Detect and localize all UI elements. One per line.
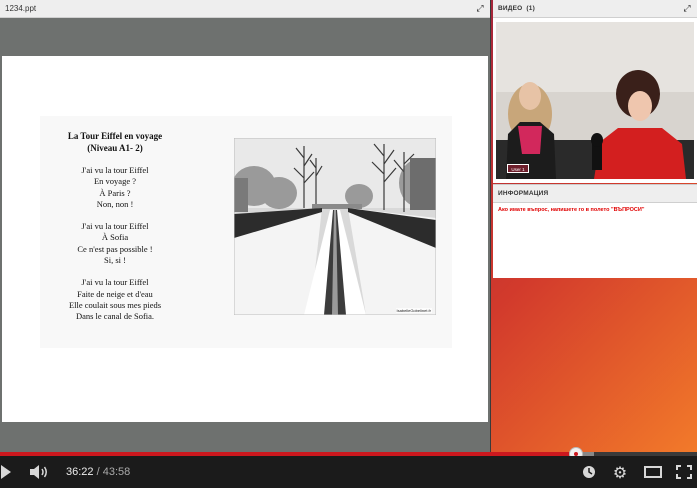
user-badge: User 1 [507, 164, 529, 173]
poem-line: Non, non ! [96, 198, 134, 209]
poem-line: À Paris ? [99, 187, 131, 198]
player-controls: 36:22 / 43:58 ⚙ [0, 456, 697, 488]
duration: 43:58 [102, 466, 131, 478]
time-separator: / [93, 466, 103, 478]
poem-line: Ce n'est pas possible ! [77, 243, 153, 254]
info-titlebar: ИНФОРМАЦИЯ [493, 185, 697, 203]
watch-later-icon[interactable] [581, 456, 597, 488]
info-message: Ако имате въпрос, напишете го в полето "… [498, 207, 645, 213]
expand-icon[interactable]: ⤢ [682, 4, 692, 14]
volume-icon[interactable] [28, 456, 52, 488]
fullscreen-icon[interactable] [675, 456, 693, 488]
poem: La Tour Eiffel en voyage (Niveau A1- 2) … [40, 130, 190, 323]
poem-stanza: J'ai vu la tour Eiffel Faite de neige et… [40, 277, 190, 322]
poem-line: J'ai vu la tour Eiffel [81, 221, 149, 232]
slide-canvas: La Tour Eiffel en voyage (Niveau A1- 2) … [2, 56, 488, 422]
poem-line: Elle coulait sous mes pieds [68, 299, 162, 310]
video-title: ВИДЕО (1) [498, 5, 682, 12]
expand-icon[interactable]: ⤢ [475, 4, 485, 14]
gear-icon[interactable]: ⚙ [611, 456, 629, 488]
player-stage: 1234.ppt ⤢ La Tour Eiffel en voyage (Niv… [0, 0, 697, 452]
snowy-canal-photo: IsabelleGobelinet.fr [232, 137, 439, 316]
presentation-titlebar: 1234.ppt ⤢ [0, 0, 490, 18]
webcam-feed [496, 22, 694, 179]
current-time: 36:22 [66, 466, 94, 478]
theater-icon[interactable] [643, 456, 663, 488]
presentation-panel: 1234.ppt ⤢ La Tour Eiffel en voyage (Niv… [0, 0, 491, 452]
time-display: 36:22 / 43:58 [66, 466, 130, 478]
info-title: ИНФОРМАЦИЯ [498, 190, 549, 197]
slide-content: La Tour Eiffel en voyage (Niveau A1- 2) … [40, 116, 452, 348]
play-icon[interactable] [0, 456, 12, 488]
video-count: (1) [526, 5, 535, 12]
info-panel: ИНФОРМАЦИЯ Ако имате въпрос, напишете го… [493, 184, 697, 278]
poem-line: J'ai vu la tour Eiffel [81, 165, 149, 175]
poem-stanza: J'ai vu la tour Eiffel En voyage ? À Par… [40, 165, 190, 210]
video-titlebar: ВИДЕО (1) ⤢ [493, 0, 697, 18]
poem-line: Faite de neige et d'eau [77, 288, 153, 299]
poem-line: À Sofia [101, 232, 129, 243]
video-panel: ВИДЕО (1) ⤢ [493, 0, 697, 183]
presentation-title: 1234.ppt [5, 4, 37, 13]
poem-line: J'ai vu la tour Eiffel [81, 277, 149, 288]
photo-credit: IsabelleGobelinet.fr [395, 308, 432, 313]
video-title-label: ВИДЕО [498, 5, 523, 12]
poem-line: Dans le canal de Sofia. [75, 311, 155, 322]
poem-stanza: J'ai vu la tour Eiffel À Sofia Ce n'est … [40, 221, 190, 266]
poem-title: La Tour Eiffel en voyage [67, 131, 163, 141]
poem-level: (Niveau A1- 2) [87, 143, 143, 153]
poem-line: Si, si ! [104, 255, 126, 266]
poem-line: En voyage ? [93, 176, 136, 187]
